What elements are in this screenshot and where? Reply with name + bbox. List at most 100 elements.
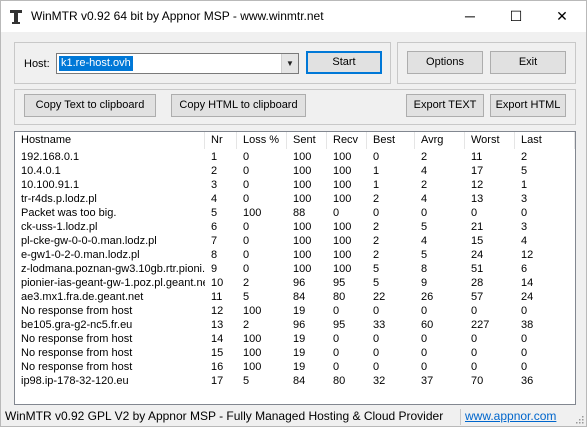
start-button[interactable]: Start: [306, 51, 382, 74]
close-icon: ✕: [556, 8, 568, 24]
cell-loss: 0: [243, 179, 250, 191]
column-header-last[interactable]: Last: [515, 132, 575, 149]
table-row[interactable]: ip98.ip-178-32-120.eu 17 5 84 80 32 37 70 36: [15, 374, 575, 388]
cell-hostname: No response from host: [21, 361, 133, 373]
options-button[interactable]: Options: [407, 51, 483, 74]
cell-loss: 2: [243, 319, 250, 331]
cell-sent: 100: [293, 193, 312, 205]
cell-avrg: 37: [421, 375, 434, 387]
status-bar: WinMTR v0.92 GPL V2 by Appnor MSP - Full…: [1, 407, 586, 426]
cell-worst: 15: [471, 235, 484, 247]
cell-sent: 19: [293, 305, 306, 317]
cell-worst: 0: [471, 207, 478, 219]
cell-recv: 100: [333, 193, 352, 205]
cell-recv: 0: [333, 361, 340, 373]
chevron-down-icon[interactable]: ▼: [281, 54, 298, 73]
cell-loss: 100: [243, 207, 262, 219]
cell-hostname: ip98.ip-178-32-120.eu: [21, 375, 129, 387]
cell-sent: 100: [293, 235, 312, 247]
column-header-nr[interactable]: Nr: [205, 132, 237, 149]
copy-html-button[interactable]: Copy HTML to clipboard: [171, 94, 306, 117]
table-row[interactable]: No response from host 15 100 19 0 0 0 0 0: [15, 346, 575, 360]
export-html-button[interactable]: Export HTML: [490, 94, 566, 117]
cell-recv: 80: [333, 291, 346, 303]
column-header-worst[interactable]: Worst: [465, 132, 515, 149]
table-row[interactable]: pionier-ias-geant-gw-1.poz.pl.geant.net 1…: [15, 276, 575, 290]
cell-nr: 6: [211, 221, 218, 233]
table-row[interactable]: 10.100.91.1 3 0 100 100 1 2 12 1: [15, 178, 575, 192]
cell-nr: 17: [211, 375, 224, 387]
column-header-best[interactable]: Best: [367, 132, 415, 149]
cell-sent: 19: [293, 361, 306, 373]
cell-sent: 19: [293, 347, 306, 359]
maximize-button[interactable]: ☐: [493, 1, 539, 32]
appnor-link[interactable]: www.appnor.com: [465, 409, 556, 423]
cell-worst: 51: [471, 263, 484, 275]
cell-last: 3: [521, 221, 528, 233]
cell-best: 2: [373, 249, 380, 261]
table-row[interactable]: be105.gra-g2-nc5.fr.eu 13 2 96 95 33 60 227 38: [15, 318, 575, 332]
status-separator: [460, 409, 461, 425]
cell-recv: 0: [333, 347, 340, 359]
column-header-sent[interactable]: Sent: [287, 132, 327, 149]
cell-best: 1: [373, 179, 380, 191]
cell-worst: 12: [471, 179, 484, 191]
cell-recv: 100: [333, 235, 352, 247]
cell-last: 0: [521, 333, 528, 345]
close-button[interactable]: ✕: [539, 1, 585, 32]
cell-recv: 95: [333, 319, 346, 331]
cell-best: 5: [373, 263, 380, 275]
cell-avrg: 4: [421, 193, 428, 205]
column-header-loss[interactable]: Loss %: [237, 132, 287, 149]
cell-last: 0: [521, 207, 528, 219]
table-row[interactable]: 192.168.0.1 1 0 100 100 0 2 11 2: [15, 150, 575, 164]
cell-loss: 0: [243, 235, 250, 247]
cell-hostname: ck-uss-1.lodz.pl: [21, 221, 98, 233]
table-row[interactable]: Packet was too big. 5 100 88 0 0 0 0 0: [15, 206, 575, 220]
status-text: WinMTR v0.92 GPL V2 by Appnor MSP - Full…: [5, 409, 444, 423]
exit-button[interactable]: Exit: [490, 51, 566, 74]
cell-recv: 0: [333, 333, 340, 345]
cell-nr: 3: [211, 179, 218, 191]
cell-avrg: 0: [421, 361, 428, 373]
table-row[interactable]: pl-cke-gw-0-0-0.man.lodz.pl 7 0 100 100 2 4 15 4: [15, 234, 575, 248]
copy-text-button[interactable]: Copy Text to clipboard: [24, 94, 156, 117]
table-row[interactable]: tr-r4ds.p.lodz.pl 4 0 100 100 2 4 13 3: [15, 192, 575, 206]
cell-sent: 100: [293, 165, 312, 177]
cell-best: 2: [373, 193, 380, 205]
cell-last: 14: [521, 277, 534, 289]
resize-grip-icon[interactable]: [574, 414, 584, 424]
table-row[interactable]: No response from host 16 100 19 0 0 0 0 0: [15, 360, 575, 374]
table-row[interactable]: No response from host 14 100 19 0 0 0 0 0: [15, 332, 575, 346]
cell-nr: 16: [211, 361, 224, 373]
table-row[interactable]: 10.4.0.1 2 0 100 100 1 4 17 5: [15, 164, 575, 178]
window-title: WinMTR v0.92 64 bit by Appnor MSP - www.…: [31, 9, 324, 23]
column-header-hostname[interactable]: Hostname: [15, 132, 205, 149]
cell-worst: 17: [471, 165, 484, 177]
cell-best: 2: [373, 221, 380, 233]
cell-hostname: pionier-ias-geant-gw-1.poz.pl.geant.net: [21, 277, 205, 289]
table-row[interactable]: ae3.mx1.fra.de.geant.net 11 5 84 80 22 26 57 24: [15, 290, 575, 304]
cell-best: 22: [373, 291, 386, 303]
cell-nr: 12: [211, 305, 224, 317]
results-table[interactable]: Hostname Nr Loss % Sent Recv Best Avrg Worst Las…: [14, 131, 576, 405]
table-row[interactable]: z-lodmana.poznan-gw3.10gb.rtr.pioni... 9 0…: [15, 262, 575, 276]
cell-worst: 227: [471, 319, 490, 331]
table-row[interactable]: No response from host 12 100 19 0 0 0 0 0: [15, 304, 575, 318]
host-combobox[interactable]: k1.re-host.ovh ▼: [56, 53, 299, 74]
cell-sent: 96: [293, 319, 306, 331]
cell-last: 24: [521, 291, 534, 303]
cell-hostname: No response from host: [21, 305, 133, 317]
host-input[interactable]: k1.re-host.ovh: [59, 56, 133, 71]
cell-loss: 5: [243, 291, 250, 303]
title-bar[interactable]: WinMTR v0.92 64 bit by Appnor MSP - www.…: [1, 1, 586, 32]
column-header-recv[interactable]: Recv: [327, 132, 367, 149]
cell-recv: 100: [333, 221, 352, 233]
export-text-button[interactable]: Export TEXT: [406, 94, 484, 117]
minimize-button[interactable]: ─: [447, 1, 493, 32]
cell-loss: 100: [243, 305, 262, 317]
column-header-avrg[interactable]: Avrg: [415, 132, 465, 149]
table-row[interactable]: ck-uss-1.lodz.pl 6 0 100 100 2 5 21 3: [15, 220, 575, 234]
table-row[interactable]: e-gw1-0-2-0.man.lodz.pl 8 0 100 100 2 5 24 12: [15, 248, 575, 262]
cell-worst: 13: [471, 193, 484, 205]
